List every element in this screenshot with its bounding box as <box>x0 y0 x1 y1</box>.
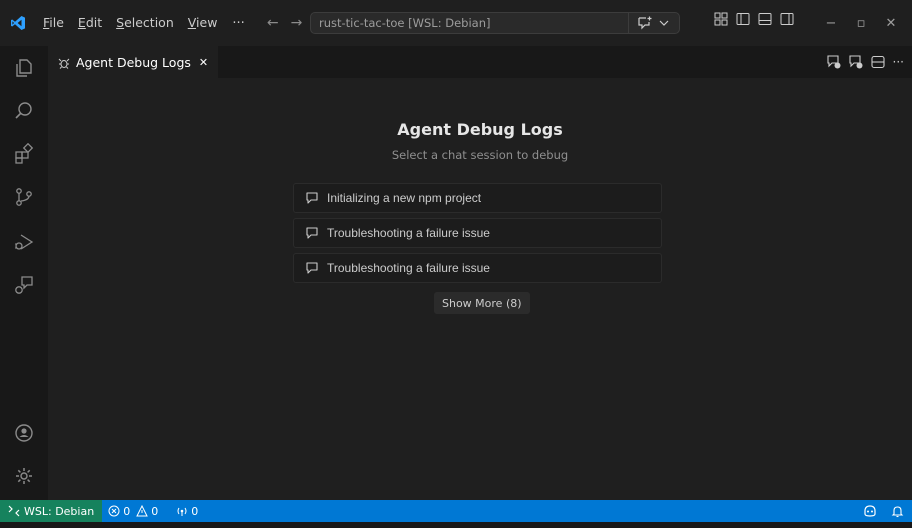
ports-count: 0 <box>191 504 199 518</box>
menu-bar: File Edit Selection View ··· <box>36 0 253 46</box>
source-control-icon[interactable] <box>0 177 48 217</box>
run-debug-icon[interactable] <box>0 222 48 262</box>
extensions-icon[interactable] <box>0 134 48 174</box>
menu-edit[interactable]: Edit <box>71 0 109 46</box>
page-subtitle: Select a chat session to debug <box>391 148 569 162</box>
tab-bar: Agent Debug Logs ✕ ··· <box>48 46 912 78</box>
tab-close-icon[interactable]: ✕ <box>199 56 208 69</box>
title-bar: File Edit Selection View ··· ← → rust-ti… <box>0 0 912 46</box>
toggle-primary-sidebar-icon[interactable] <box>736 12 750 26</box>
minimize-icon[interactable]: − <box>816 16 846 31</box>
problems-indicator[interactable]: 0 0 <box>102 500 164 522</box>
page-title: Agent Debug Logs <box>397 120 563 139</box>
forward-arrow-icon[interactable]: → <box>291 15 303 31</box>
warning-count: 0 <box>151 504 159 518</box>
manage-gear-icon[interactable] <box>0 456 48 496</box>
remote-explorer-icon[interactable] <box>0 265 48 305</box>
session-label: Troubleshooting a failure issue <box>327 226 490 240</box>
broadcast-icon <box>177 507 187 516</box>
remote-icon <box>8 505 20 517</box>
error-count: 0 <box>123 504 131 518</box>
remote-indicator[interactable]: WSL: Debian <box>0 500 103 522</box>
warning-icon <box>136 505 148 517</box>
customize-layout-icon[interactable] <box>714 12 728 26</box>
bottom-strip <box>0 522 912 528</box>
menu-file[interactable]: File <box>36 0 71 46</box>
search-icon[interactable] <box>0 91 48 131</box>
menu-more-button[interactable]: ··· <box>224 16 252 31</box>
tab-agent-debug-logs[interactable]: Agent Debug Logs ✕ <box>48 46 219 78</box>
maximize-icon[interactable]: ▫ <box>846 16 876 31</box>
session-list: Initializing a new npm project Troublesh… <box>293 183 662 288</box>
menu-selection[interactable]: Selection <box>109 0 181 46</box>
chevron-down-icon[interactable] <box>659 19 669 27</box>
session-label: Troubleshooting a failure issue <box>327 261 490 275</box>
explorer-icon[interactable] <box>0 48 48 88</box>
session-item[interactable]: Troubleshooting a failure issue <box>293 218 662 248</box>
status-bar: WSL: Debian 0 0 0 <box>0 500 912 522</box>
chat-action-icon[interactable] <box>826 55 841 69</box>
toggle-panel-icon[interactable] <box>758 12 772 26</box>
more-actions-icon[interactable]: ··· <box>893 55 904 69</box>
chat-export-icon[interactable] <box>848 55 863 69</box>
session-item[interactable]: Troubleshooting a failure issue <box>293 253 662 283</box>
split-editor-icon[interactable] <box>870 55 885 69</box>
accounts-icon[interactable] <box>0 413 48 453</box>
copilot-icon[interactable] <box>863 504 877 518</box>
chat-bubble-icon <box>306 227 318 239</box>
chat-sparkle-icon[interactable] <box>637 16 653 30</box>
chat-bubble-icon <box>306 192 318 204</box>
chat-bubble-icon <box>306 262 318 274</box>
error-icon <box>108 505 120 517</box>
notifications-bell-icon[interactable] <box>891 505 904 518</box>
vscode-logo-icon <box>0 0 36 46</box>
editor-area: Agent Debug Logs ✕ ··· Agent Debug Logs … <box>48 46 912 500</box>
tab-label: Agent Debug Logs <box>76 55 191 70</box>
menu-view[interactable]: View <box>181 0 225 46</box>
show-more-button[interactable]: Show More (8) <box>434 292 530 314</box>
ports-indicator[interactable]: 0 <box>170 500 204 522</box>
command-center[interactable]: rust-tic-tac-toe [WSL: Debian] <box>310 12 680 34</box>
toggle-secondary-sidebar-icon[interactable] <box>780 12 794 26</box>
close-window-icon[interactable]: ✕ <box>876 16 906 31</box>
activity-bar <box>0 46 48 500</box>
bug-icon <box>58 58 70 69</box>
back-arrow-icon[interactable]: ← <box>267 15 279 31</box>
session-item[interactable]: Initializing a new npm project <box>293 183 662 213</box>
command-center-label: rust-tic-tac-toe [WSL: Debian] <box>319 16 491 30</box>
remote-label: WSL: Debian <box>24 504 95 518</box>
session-label: Initializing a new npm project <box>327 191 482 205</box>
